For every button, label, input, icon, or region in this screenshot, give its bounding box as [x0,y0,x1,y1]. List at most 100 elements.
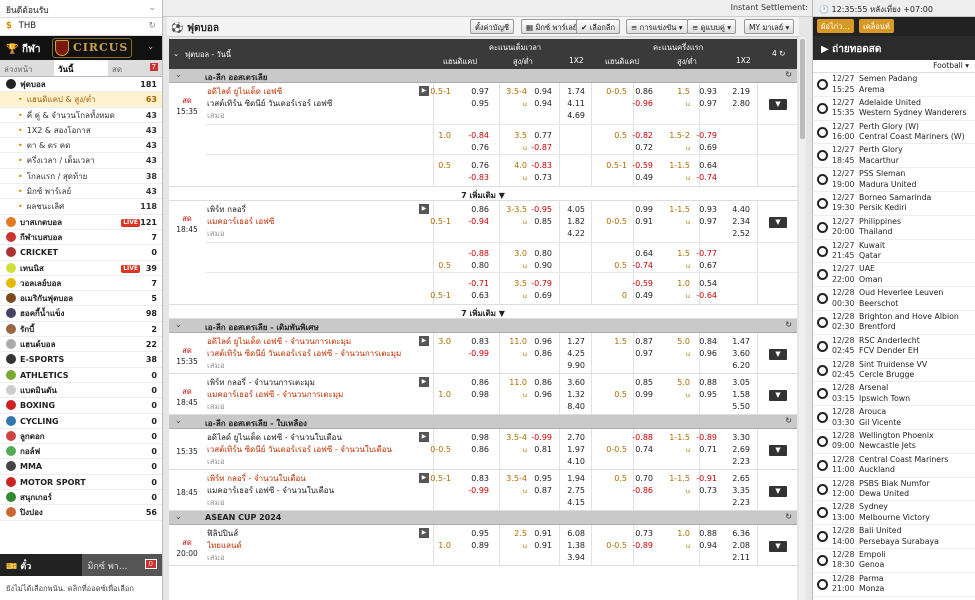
sport-filter-select[interactable]: Football ▾ [813,60,975,73]
select-league-button[interactable]: ✔ เลือกลีก [576,19,621,34]
sport-item[interactable]: CRICKET 0 [0,245,162,261]
sport-item[interactable]: เทนนิส LIVE 39 [0,261,162,276]
odds-value[interactable]: 0.69 [699,142,717,154]
sport-item[interactable]: กอล์ฟ 0 [0,444,162,460]
expand-markets-button[interactable]: ▼ [769,217,787,228]
stream-item[interactable]: 12/27 15:35 Adelaide United Western Sydney … [813,97,975,121]
odds-value[interactable]: 9.90 [567,360,585,372]
odds-value[interactable]: 4.15 [567,497,585,509]
odds-value[interactable]: 0.91 [534,540,552,552]
stream-item[interactable]: 12/27 19:00 PSS Sleman Madura United [813,168,975,192]
odds-value[interactable]: 0.70 [635,473,653,485]
odds-value[interactable]: 2.80 [732,98,750,110]
odds-value[interactable]: 0.86 [534,348,552,360]
odds-value[interactable]: 0.96 [534,389,552,401]
odds-value[interactable]: -0.83 [531,160,552,172]
play-stream-icon[interactable]: ▶ [419,528,429,538]
sport-item[interactable]: ฟุตบอล 181 [0,77,162,93]
chevron-down-icon[interactable]: ⌄ [148,3,156,13]
stream-item[interactable]: 12/27 21:45 Kuwait Qatar [813,240,975,264]
odds-value[interactable]: 2.23 [732,497,750,509]
sport-item[interactable]: อเมริกันฟุตบอล 5 [0,291,162,307]
odds-value[interactable]: -0.91 [696,473,717,485]
odds-value[interactable]: 0.90 [534,260,552,272]
sport-item[interactable]: E-SPORTS 38 [0,352,162,368]
odds-value[interactable]: -0.64 [696,290,717,302]
match-sort-select[interactable]: ≡ การแข่งขัน ▾ [626,19,688,34]
odds-value[interactable]: -0.82 [632,130,653,142]
sport-item[interactable]: MMA 0 [0,459,162,475]
more-markets-link[interactable]: 7 เพิ่มเติม ▼ [169,187,797,201]
odds-value[interactable]: 3.94 [567,552,585,564]
stream-item[interactable]: 12/28 03:30 Arouca Gil Vicente [813,406,975,430]
odds-value[interactable]: 0.72 [635,142,653,154]
tab-early[interactable]: ล่วงหน้า [0,60,54,76]
sport-item[interactable]: แฮนด์บอล 22 [0,337,162,353]
stream-item[interactable]: 12/28 21:00 Parma Monza [813,573,975,597]
collapse-icon[interactable]: ⌄ [175,320,182,329]
stream-item[interactable]: 12/27 20:00 Philippines Thailand [813,216,975,240]
odds-value[interactable]: 0.54 [699,278,717,290]
odds-value[interactable]: -0.89 [632,540,653,552]
play-stream-icon[interactable]: ▶ [419,86,429,96]
expand-markets-button[interactable]: ▼ [769,445,787,456]
odds-value[interactable]: 0.95 [699,389,717,401]
odds-value[interactable]: 0.94 [699,540,717,552]
sport-item[interactable]: วอลเลย์บอล 7 [0,276,162,292]
odds-value[interactable]: 4.40 [732,204,750,216]
odds-value[interactable]: 0.93 [699,86,717,98]
odds-value[interactable]: 1.82 [567,216,585,228]
odds-value[interactable]: 0.87 [635,336,653,348]
odds-value[interactable]: 0.99 [635,389,653,401]
odds-value[interactable]: 4.25 [567,348,585,360]
odds-value[interactable]: 8.40 [567,401,585,413]
odds-value[interactable]: 4.05 [567,204,585,216]
odds-value[interactable]: 0.84 [699,336,717,348]
odds-value[interactable]: 2.08 [732,540,750,552]
odds-value[interactable]: 0.91 [635,216,653,228]
collapse-icon[interactable]: ⌄ [175,70,182,79]
odds-value[interactable]: 3.30 [732,432,750,444]
odds-value[interactable]: 0.95 [534,473,552,485]
account-settings-button[interactable]: ตั้งค่าบัญชี [470,19,515,34]
odds-value[interactable]: 0.86 [635,86,653,98]
odds-value[interactable]: -0.89 [696,432,717,444]
odds-value[interactable]: 0.97 [699,216,717,228]
odds-value[interactable]: 0.63 [471,290,489,302]
odds-value[interactable]: -0.87 [531,142,552,154]
odds-value[interactable]: 0.97 [471,86,489,98]
odds-value[interactable]: 0.88 [699,528,717,540]
odds-value[interactable]: 0.76 [471,142,489,154]
stream-item[interactable]: 12/28 14:00 Bali United Persebaya Surabaya [813,525,975,549]
odds-value[interactable]: 0.86 [471,444,489,456]
stream-item[interactable]: 12/27 19:30 Borneo Samarinda Persik Kediri [813,192,975,216]
odds-value[interactable]: 1.74 [567,86,585,98]
sport-item[interactable]: กีฬาเบสบอล 7 [0,230,162,246]
odds-value[interactable]: 0.74 [635,444,653,456]
odds-value[interactable]: -0.83 [468,172,489,184]
odds-value[interactable]: 0.85 [534,216,552,228]
stream-item[interactable]: 12/27 15:25 Semen Padang Arema [813,73,975,97]
odds-value[interactable]: 2.19 [732,86,750,98]
stream-item[interactable]: 12/28 02:30 Brighton and Hove Albion Brentf… [813,311,975,335]
odds-value[interactable]: 0.89 [471,540,489,552]
sub-market-item[interactable]: • ผลชนะเลิศ 118 [0,199,162,215]
sport-item[interactable]: สนุกเกอร์ 0 [0,490,162,506]
odds-value[interactable]: 0.87 [534,485,552,497]
odds-value[interactable]: 1.94 [567,473,585,485]
odds-value[interactable]: 0.86 [471,204,489,216]
odds-value[interactable]: 0.99 [635,204,653,216]
sub-market-item[interactable]: • 1X2 & สองโอกาส 43 [0,123,162,139]
sport-item[interactable]: บาสเกตบอล LIVE 121 [0,215,162,230]
odds-value[interactable]: 0.49 [635,290,653,302]
sub-market-item[interactable]: • แฮนดิแคป & สูง/ต่ำ 63 [0,92,162,108]
stream-item[interactable]: 12/28 13:00 Sydney Melbourne Victory [813,501,975,526]
stream-item[interactable]: 12/28 18:30 Empoli Genoa [813,549,975,573]
expand-markets-button[interactable]: ▼ [769,390,787,401]
odds-value[interactable]: 6.08 [567,528,585,540]
stream-item[interactable]: 12/28 12:00 PSBS Biak Numfor Dewa United [813,478,975,502]
odds-value[interactable]: 0.98 [471,432,489,444]
odds-value[interactable]: 1.32 [567,389,585,401]
sub-market-item[interactable]: • ครึ่งเวลา / เต็มเวลา 43 [0,153,162,169]
stream-item[interactable]: 12/28 11:00 Central Coast Mariners Auckland [813,454,975,478]
